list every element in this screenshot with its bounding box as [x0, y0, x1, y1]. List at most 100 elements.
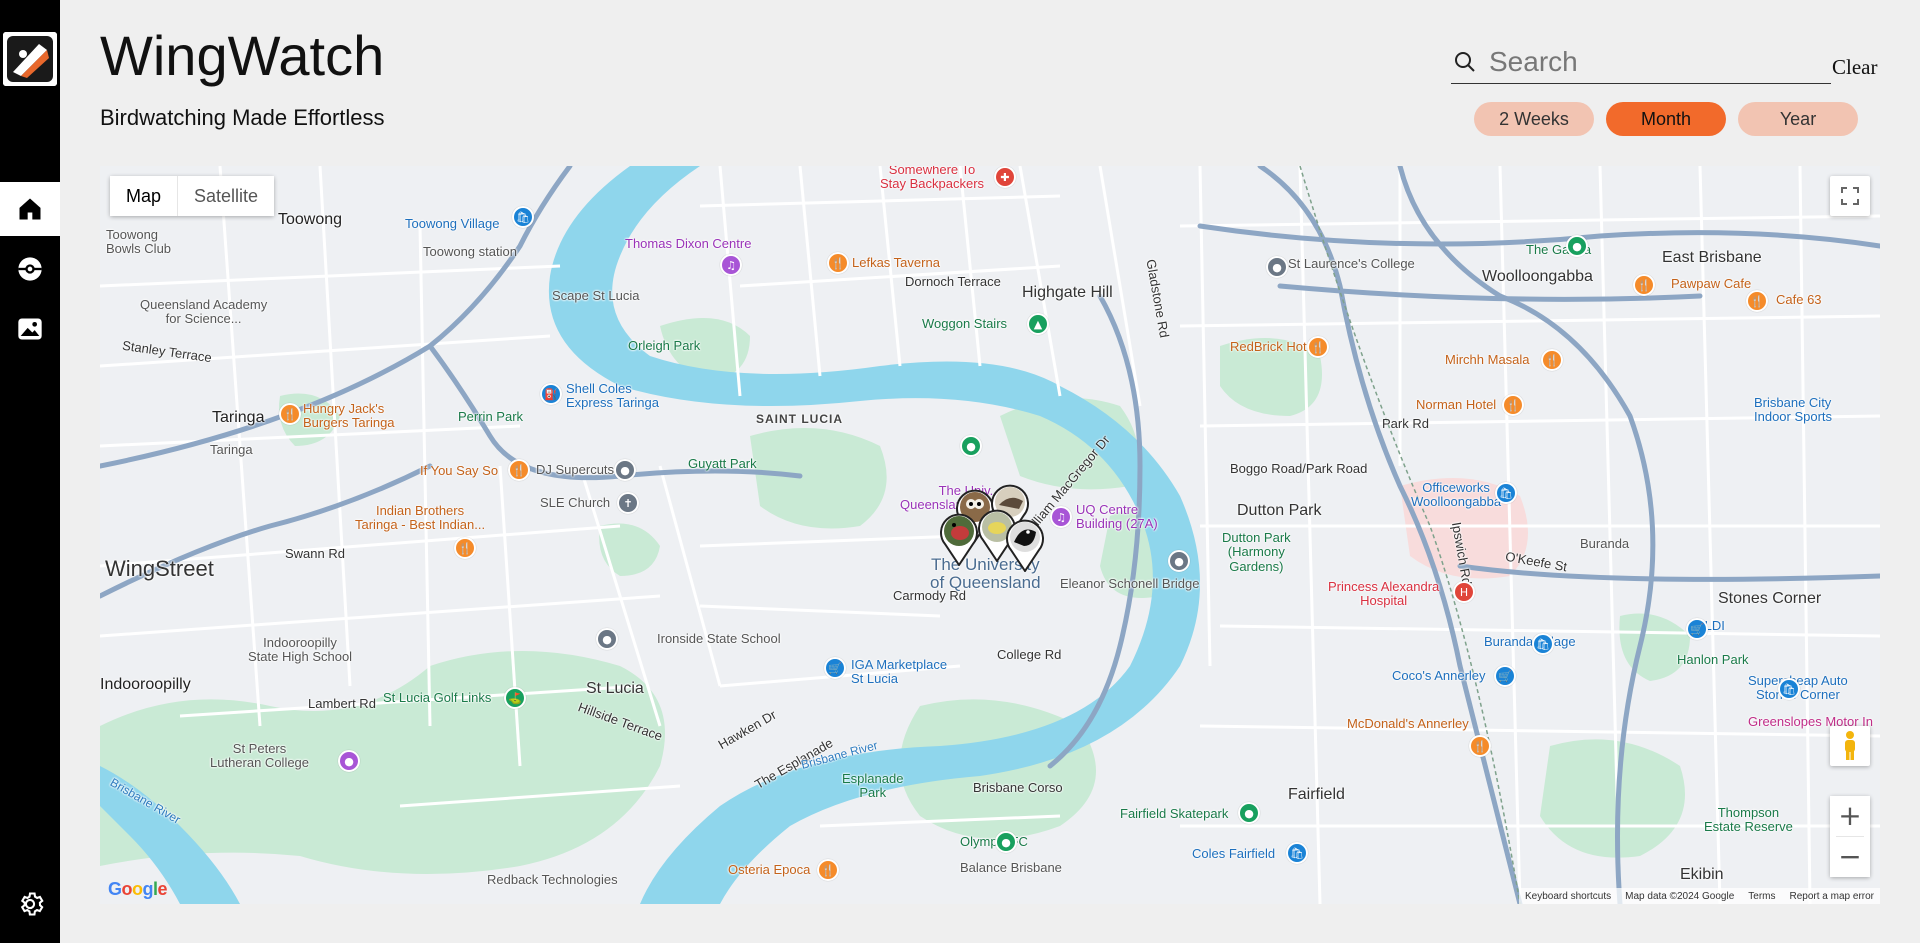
poi-pin[interactable]: 🍴	[508, 459, 530, 481]
poi-pin[interactable]: ♫	[1050, 506, 1072, 528]
label-balance: Balance Brisbane	[960, 860, 1062, 875]
poi-pin[interactable]: 🍴	[454, 537, 476, 559]
nav-settings[interactable]	[0, 877, 60, 931]
poi-pin[interactable]: 🛍	[1495, 482, 1517, 504]
poi-pin[interactable]: H	[1453, 581, 1475, 603]
label-shell-coles: Shell Coles Express Taringa	[566, 381, 659, 411]
label-hanlon: Hanlon Park	[1677, 652, 1749, 667]
poi-pin[interactable]: 🍴	[1541, 349, 1563, 371]
nav-pokedex[interactable]	[0, 242, 60, 296]
label-toowong-village: Toowong Village	[405, 216, 500, 231]
search-input[interactable]	[1489, 45, 1809, 78]
pegman-icon	[1845, 731, 1855, 760]
label-boggo-rd: Boggo Road/Park Road	[1230, 461, 1368, 476]
google-logo: Google	[108, 879, 168, 899]
sidebar	[0, 0, 60, 943]
poi-pin[interactable]: ▲	[1027, 313, 1049, 335]
label-saint-lucia: SAINT LUCIA	[756, 412, 843, 426]
poi-pin[interactable]: ♫	[720, 254, 742, 276]
terms-link[interactable]: Terms	[1748, 891, 1775, 902]
label-park-rd: Park Rd	[1382, 416, 1429, 431]
range-month-button[interactable]: Month	[1606, 102, 1726, 136]
poi-pin[interactable]: ●	[596, 628, 618, 650]
poi-pin[interactable]: ✚	[994, 166, 1016, 188]
poi-pin[interactable]: 🛒	[1686, 618, 1708, 640]
poi-pin[interactable]: ●	[1266, 256, 1288, 278]
label-toowong: Toowong	[278, 211, 343, 228]
label-toowong-bowls: Toowong Bowls Club	[106, 227, 172, 257]
label-scape: Scape St Lucia	[552, 288, 640, 303]
label-stones-corner: Stones Corner	[1718, 590, 1822, 607]
label-osteria: Osteria Epoca	[728, 862, 811, 877]
poi-pin[interactable]: 🛒	[824, 657, 846, 679]
poi-pin[interactable]: ●	[1238, 802, 1260, 824]
map-attribution: Keyboard shortcuts Map data ©2024 Google…	[1518, 888, 1880, 904]
label-sle-church: SLE Church	[540, 495, 611, 510]
poi-pin[interactable]: ●	[1566, 235, 1588, 257]
app-title: WingWatch	[100, 24, 385, 87]
poi-pin[interactable]: ⛽	[540, 383, 562, 405]
label-college-rd: College Rd	[997, 647, 1062, 662]
label-toowong-station: Toowong station	[423, 244, 517, 259]
poi-pin[interactable]: ●	[338, 750, 360, 772]
nav-gallery[interactable]	[0, 302, 60, 356]
bird-sighting-marker[interactable]	[1004, 516, 1046, 572]
poi-pin[interactable]: ●	[995, 831, 1017, 853]
label-dj-supercuts: DJ Supercuts	[536, 462, 615, 477]
label-cafe63: Cafe 63	[1776, 292, 1822, 307]
poi-pin[interactable]: ●	[614, 459, 636, 481]
poi-pin[interactable]: 🍴	[279, 403, 301, 425]
range-year-button[interactable]: Year	[1738, 102, 1858, 136]
poi-pin[interactable]: 🍴	[1307, 336, 1329, 358]
poi-pin[interactable]: 🛍	[1532, 633, 1554, 655]
label-mcdonalds: McDonald's Annerley	[1347, 716, 1469, 731]
map-type-satellite-button[interactable]: Satellite	[177, 176, 275, 216]
label-st-lucia: St Lucia	[586, 680, 644, 697]
poi-pin[interactable]: ●	[960, 435, 982, 457]
app-subtitle: Birdwatching Made Effortless	[100, 105, 385, 130]
label-redbrick: RedBrick Hotel	[1230, 339, 1317, 354]
label-dornoch: Dornoch Terrace	[905, 274, 1001, 289]
poi-pin[interactable]: ✝	[617, 492, 639, 514]
label-hungry-jacks: Hungry Jack's Burgers Taringa	[303, 401, 395, 431]
nav-home[interactable]	[0, 182, 60, 236]
poi-pin[interactable]: 🛍	[512, 206, 534, 228]
poi-pin[interactable]: ⛳	[504, 687, 526, 709]
range-2-weeks-button[interactable]: 2 Weeks	[1474, 102, 1594, 136]
label-olympic-fc: Olympic FC	[960, 834, 1028, 849]
gear-icon	[20, 892, 44, 916]
poi-pin[interactable]: 🍴	[827, 252, 849, 274]
poi-pin[interactable]: 🍴	[817, 859, 839, 881]
bird-sighting-marker[interactable]	[938, 510, 980, 566]
label-taringa-station: Taringa	[210, 442, 253, 457]
fullscreen-button[interactable]	[1830, 176, 1870, 216]
label-swann-rd: Swann Rd	[285, 546, 345, 561]
label-buranda: Buranda	[1580, 536, 1630, 551]
app-logo[interactable]	[3, 32, 57, 86]
label-iga: IGA Marketplace St Lucia	[851, 657, 948, 687]
label-brisbane-city: Brisbane City Indoor Sports	[1754, 395, 1833, 425]
poi-pin[interactable]: 🍴	[1502, 394, 1524, 416]
label-cocos: Coco's Annerley	[1392, 668, 1486, 683]
poi-pin[interactable]: 🛍	[1778, 678, 1800, 700]
map-view[interactable]: Toowong Toowong Bowls Club Toowong Villa…	[100, 166, 1880, 904]
label-buranda-village: Buranda Village	[1484, 634, 1576, 649]
poi-pin[interactable]: 🍴	[1469, 735, 1491, 757]
clear-button[interactable]: Clear	[1832, 55, 1877, 80]
label-thompson: Thompson Estate Reserve	[1704, 805, 1793, 835]
label-indooroopilly: Indooroopilly	[100, 676, 191, 693]
label-ekibin: Ekibin	[1680, 866, 1724, 883]
keyboard-shortcuts-link[interactable]: Keyboard shortcuts	[1525, 891, 1611, 902]
report-error-link[interactable]: Report a map error	[1790, 891, 1874, 902]
poi-pin[interactable]: ●	[1168, 550, 1190, 572]
pokeball-icon	[18, 257, 42, 281]
poi-pin[interactable]: 🛍	[1286, 842, 1308, 864]
zoom-in-button[interactable]: +	[1830, 796, 1870, 836]
map-type-map-button[interactable]: Map	[110, 176, 178, 216]
label-brisbane-corso: Brisbane Corso	[973, 780, 1063, 795]
street-view-pegman[interactable]	[1830, 726, 1870, 766]
poi-pin[interactable]: 🍴	[1746, 290, 1768, 312]
poi-pin[interactable]: 🍴	[1633, 274, 1655, 296]
poi-pin[interactable]: 🛒	[1494, 665, 1516, 687]
zoom-out-button[interactable]: −	[1830, 837, 1870, 877]
